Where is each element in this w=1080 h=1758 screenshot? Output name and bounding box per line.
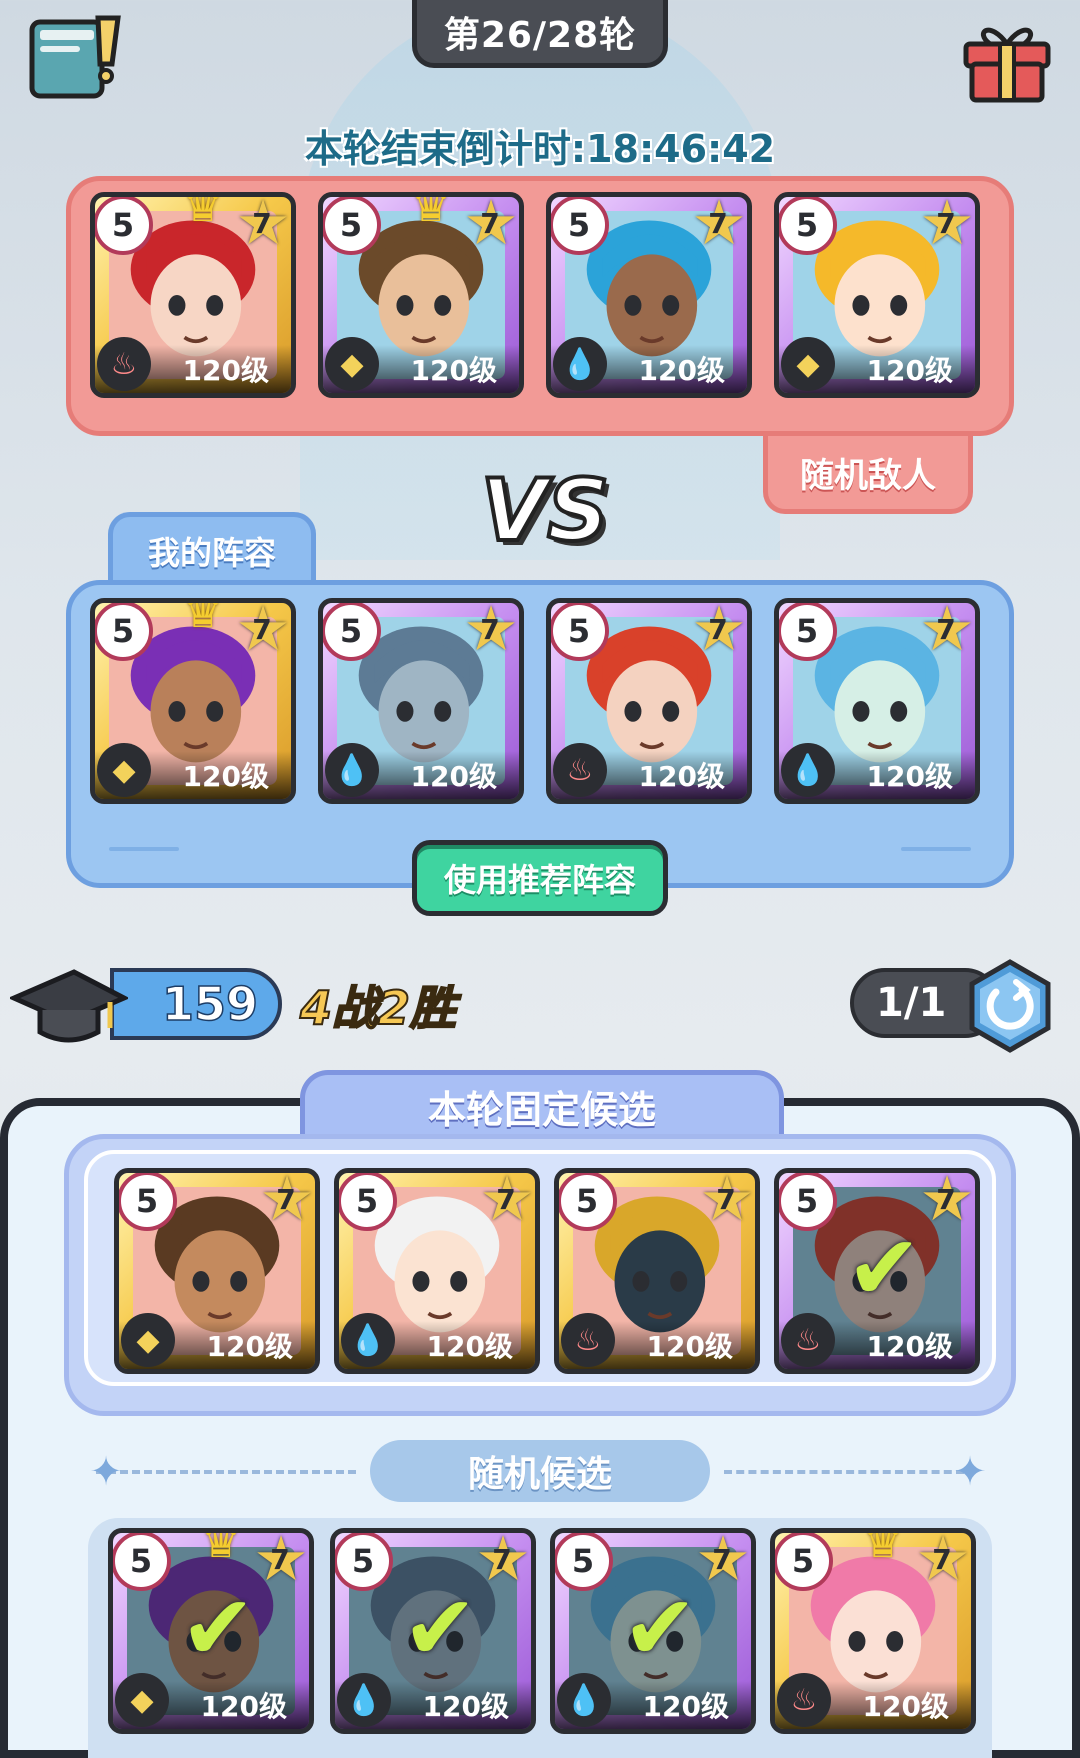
water-element-icon: 💧 xyxy=(337,1673,391,1727)
water-element-icon: 💧 xyxy=(325,743,379,797)
hero-star-count: 7 xyxy=(936,1183,956,1216)
random-candidate-card[interactable]: ✔ 120级 💧 5 ★ 7 xyxy=(330,1528,536,1734)
fixed-candidate-card[interactable]: 120级 ♨ 5 ★ 7 xyxy=(554,1168,760,1374)
fire-element-icon: ♨ xyxy=(97,337,151,391)
hero-star-count: 7 xyxy=(276,1183,296,1216)
crown-icon: ♛ xyxy=(183,598,223,638)
my-hero-card[interactable]: 120级 ♨ 5 ★ 7 xyxy=(546,598,752,804)
hero-rank-badge: 5 xyxy=(775,1533,833,1591)
crown-icon: ♛ xyxy=(183,192,223,232)
random-enemy-tag: 随机敌人 xyxy=(763,436,973,514)
random-candidate-card[interactable]: 120级 ♨ 5 ★ 7 ♛ xyxy=(770,1528,976,1734)
handbook-icon[interactable] xyxy=(26,12,122,104)
score-value: 159 xyxy=(110,968,282,1040)
panel-decoration xyxy=(901,847,971,851)
fire-element-icon: ♨ xyxy=(781,1313,835,1367)
hero-star-count: 7 xyxy=(708,207,728,240)
divider-line xyxy=(96,1470,356,1478)
hero-rank-badge: 5 xyxy=(559,1173,617,1231)
hero-star-count: 7 xyxy=(496,1183,516,1216)
random-candidate-card[interactable]: ✔ 120级 ◆ 5 ★ 7 ♛ xyxy=(108,1528,314,1734)
hero-star-count: 7 xyxy=(270,1543,290,1576)
hero-star-count: 7 xyxy=(712,1543,732,1576)
crown-icon: ♛ xyxy=(201,1528,241,1568)
hero-star-count: 7 xyxy=(480,613,500,646)
enemy-hero-card: 120级 ♨ 5 ★ 7 ♛ xyxy=(90,192,296,398)
vs-label: VS xyxy=(479,461,612,561)
panel-decoration xyxy=(109,847,179,851)
hero-rank-badge: 5 xyxy=(779,1173,837,1231)
water-element-icon: 💧 xyxy=(557,1673,611,1727)
sparkle-icon: ✦ xyxy=(953,1449,987,1495)
fire-element-icon: ♨ xyxy=(777,1673,831,1727)
my-lineup-tag: 我的阵容 xyxy=(108,512,316,584)
selected-check-icon: ✔ xyxy=(622,1576,698,1681)
crown-icon: ♛ xyxy=(863,1528,903,1568)
fixed-candidate-card[interactable]: 120级 💧 5 ★ 7 xyxy=(334,1168,540,1374)
round-indicator: 第26/28轮 xyxy=(412,0,668,68)
crown-icon: ♛ xyxy=(411,192,451,232)
sparkle-icon: ✦ xyxy=(89,1449,123,1495)
hero-star-count: 7 xyxy=(708,613,728,646)
hero-rank-badge: 5 xyxy=(119,1173,177,1231)
hero-rank-badge: 5 xyxy=(323,603,381,661)
enemy-hero-card: 120级 💧 5 ★ 7 xyxy=(546,192,752,398)
hero-star-count: 7 xyxy=(936,613,956,646)
selected-check-icon: ✔ xyxy=(402,1576,478,1681)
gift-icon[interactable] xyxy=(960,14,1054,106)
fixed-candidate-card[interactable]: 120级 ◆ 5 ★ 7 xyxy=(114,1168,320,1374)
hero-star-count: 7 xyxy=(252,613,272,646)
hero-rank-badge: 5 xyxy=(335,1533,393,1591)
hero-rank-badge: 5 xyxy=(551,197,609,255)
selected-check-icon: ✔ xyxy=(846,1216,922,1321)
hero-star-count: 7 xyxy=(936,207,956,240)
hero-star-count: 7 xyxy=(480,207,500,240)
earth-element-icon: ◆ xyxy=(97,743,151,797)
refresh-icon[interactable] xyxy=(962,958,1058,1054)
hero-rank-badge: 5 xyxy=(95,603,153,661)
hero-rank-badge: 5 xyxy=(323,197,381,255)
graduation-cap-icon xyxy=(7,958,130,1048)
earth-element-icon: ◆ xyxy=(781,337,835,391)
water-element-icon: 💧 xyxy=(781,743,835,797)
hero-rank-badge: 5 xyxy=(339,1173,397,1231)
earth-element-icon: ◆ xyxy=(115,1673,169,1727)
hero-star-count: 7 xyxy=(932,1543,952,1576)
earth-element-icon: ◆ xyxy=(121,1313,175,1367)
my-hero-card[interactable]: 120级 ◆ 5 ★ 7 ♛ xyxy=(90,598,296,804)
hero-rank-badge: 5 xyxy=(779,197,837,255)
earth-element-icon: ◆ xyxy=(325,337,379,391)
selected-check-icon: ✔ xyxy=(180,1576,256,1681)
hero-rank-badge: 5 xyxy=(551,603,609,661)
fixed-candidates-title: 本轮固定候选 xyxy=(300,1070,784,1138)
enemy-hero-card: 120级 ◆ 5 ★ 7 xyxy=(774,192,980,398)
hero-rank-badge: 5 xyxy=(555,1533,613,1591)
hero-rank-badge: 5 xyxy=(779,603,837,661)
hero-star-count: 7 xyxy=(252,207,272,240)
fire-element-icon: ♨ xyxy=(561,1313,615,1367)
random-candidates-title: 随机候选 xyxy=(370,1440,710,1502)
hero-rank-badge: 5 xyxy=(95,197,153,255)
random-candidate-card[interactable]: ✔ 120级 💧 5 ★ 7 xyxy=(550,1528,756,1734)
water-element-icon: 💧 xyxy=(553,337,607,391)
use-recommended-lineup-button[interactable]: 使用推荐阵容 xyxy=(412,840,668,916)
enemy-hero-card: 120级 ◆ 5 ★ 7 ♛ xyxy=(318,192,524,398)
battle-record: 4战2胜 xyxy=(299,980,457,1036)
fire-element-icon: ♨ xyxy=(553,743,607,797)
water-element-icon: 💧 xyxy=(341,1313,395,1367)
my-hero-card[interactable]: 120级 💧 5 ★ 7 xyxy=(318,598,524,804)
hero-star-count: 7 xyxy=(492,1543,512,1576)
round-countdown: 本轮结束倒计时:18:46:42 xyxy=(304,127,776,171)
fixed-candidate-card[interactable]: ✔ 120级 ♨ 5 ★ 7 xyxy=(774,1168,980,1374)
divider-line xyxy=(724,1470,964,1478)
hero-star-count: 7 xyxy=(716,1183,736,1216)
hero-rank-badge: 5 xyxy=(113,1533,171,1591)
my-hero-card[interactable]: 120级 💧 5 ★ 7 xyxy=(774,598,980,804)
